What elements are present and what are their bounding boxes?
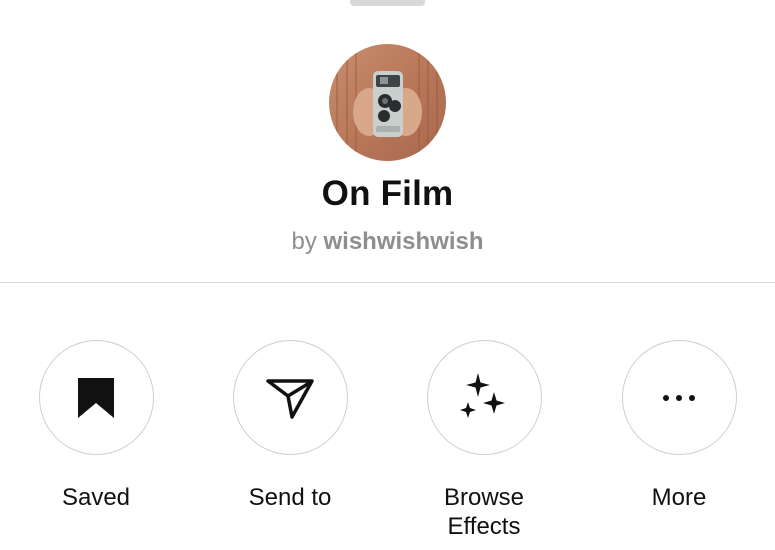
more-dots-icon (663, 394, 695, 401)
bookmark-filled-icon (78, 377, 114, 418)
browse-effects-button[interactable]: Browse Effects (404, 340, 564, 541)
author-link[interactable]: wishwishwish (324, 228, 484, 255)
effect-avatar[interactable] (329, 44, 446, 161)
saved-button[interactable]: Saved (16, 340, 176, 512)
divider (0, 282, 775, 283)
saved-label: Saved (61, 484, 131, 511)
browse-effects-label: Browse Effects (443, 484, 525, 540)
more-circle[interactable] (621, 340, 737, 455)
send-to-circle[interactable] (232, 340, 348, 455)
browse-effects-circle[interactable] (426, 340, 542, 455)
send-to-button[interactable]: Send to (210, 340, 370, 512)
sparkles-icon (460, 372, 505, 418)
effect-title: On Film (321, 174, 454, 213)
more-label: More (651, 484, 707, 511)
saved-circle[interactable] (38, 340, 154, 455)
send-to-label: Send to (248, 484, 332, 511)
effect-bottom-sheet: On Film by wishwishwish Saved Send to Br… (0, 0, 775, 550)
effect-byline: by wishwishwish (0, 228, 775, 256)
byline-prefix: by (291, 228, 317, 255)
paper-plane-icon (266, 378, 314, 419)
more-button[interactable]: More (599, 340, 759, 512)
camera-photo-image (329, 44, 446, 161)
sheet-grabber[interactable] (350, 0, 425, 6)
